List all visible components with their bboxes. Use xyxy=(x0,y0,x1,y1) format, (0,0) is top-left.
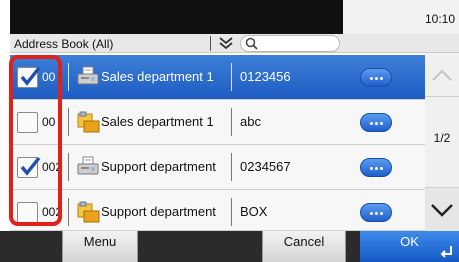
entry-destination: BOX xyxy=(240,204,268,219)
address-list-row[interactable]: 00 Sales department 1 0123456 xyxy=(10,55,425,100)
entry-name: Sales department 1 xyxy=(101,69,214,84)
address-book-filter-bar: Address Book (All) xyxy=(10,34,459,53)
ellipsis-icon xyxy=(370,167,373,170)
row-divider xyxy=(68,198,69,226)
row-divider xyxy=(231,153,232,181)
entry-name: Support department xyxy=(101,204,216,219)
checkbox-highlight-frame xyxy=(9,55,62,226)
address-list-row[interactable]: 00 Sales department 1 abc xyxy=(10,100,425,145)
row-divider xyxy=(231,198,232,226)
fax-icon xyxy=(77,66,99,85)
status-bar: 10:10 xyxy=(0,0,459,34)
row-divider xyxy=(68,63,69,91)
clock: 10:10 xyxy=(424,12,455,26)
ellipsis-icon xyxy=(370,212,373,215)
ellipsis-icon xyxy=(370,122,373,125)
entry-name: Sales department 1 xyxy=(101,114,214,129)
row-divider xyxy=(231,63,232,91)
chevron-down-icon xyxy=(431,204,453,217)
cancel-button[interactable]: Cancel xyxy=(262,231,346,262)
details-button[interactable] xyxy=(360,68,392,87)
search-input[interactable] xyxy=(240,35,340,52)
entry-destination: abc xyxy=(240,114,261,129)
double-chevron-down-icon[interactable] xyxy=(217,35,235,52)
chevron-up-icon xyxy=(432,69,452,81)
address-book-filter-label[interactable]: Address Book (All) xyxy=(14,37,113,51)
folder-icon xyxy=(77,111,100,133)
scroll-up-button[interactable] xyxy=(425,53,459,97)
status-clock-area: 10:10 xyxy=(343,0,459,34)
folder-icon xyxy=(77,201,100,223)
action-bar: Menu Cancel OK xyxy=(0,231,459,262)
ellipsis-icon xyxy=(370,77,373,80)
details-button[interactable] xyxy=(360,113,392,132)
filter-divider xyxy=(210,36,211,51)
entry-name: Support department xyxy=(101,159,216,174)
enter-icon xyxy=(440,246,452,258)
scroll-down-button[interactable] xyxy=(425,187,459,231)
address-list-row[interactable]: 002 Support department 0234567 xyxy=(10,145,425,190)
menu-button-label: Menu xyxy=(83,234,117,249)
ok-button[interactable]: OK xyxy=(360,231,459,262)
search-icon xyxy=(245,37,258,50)
fax-icon xyxy=(77,156,99,175)
details-button[interactable] xyxy=(360,203,392,222)
address-list-row[interactable]: 002 Support department BOX xyxy=(10,190,425,231)
menu-button[interactable]: Menu xyxy=(62,231,138,262)
status-message-area xyxy=(10,0,343,34)
row-divider xyxy=(68,108,69,136)
row-divider xyxy=(68,153,69,181)
details-button[interactable] xyxy=(360,158,392,177)
row-divider xyxy=(231,108,232,136)
entry-destination: 0234567 xyxy=(240,159,291,174)
entry-destination: 0123456 xyxy=(240,69,291,84)
scroll-panel: 1/2 xyxy=(425,53,459,231)
page-indicator: 1/2 xyxy=(433,131,451,145)
cancel-button-label: Cancel xyxy=(283,234,325,249)
